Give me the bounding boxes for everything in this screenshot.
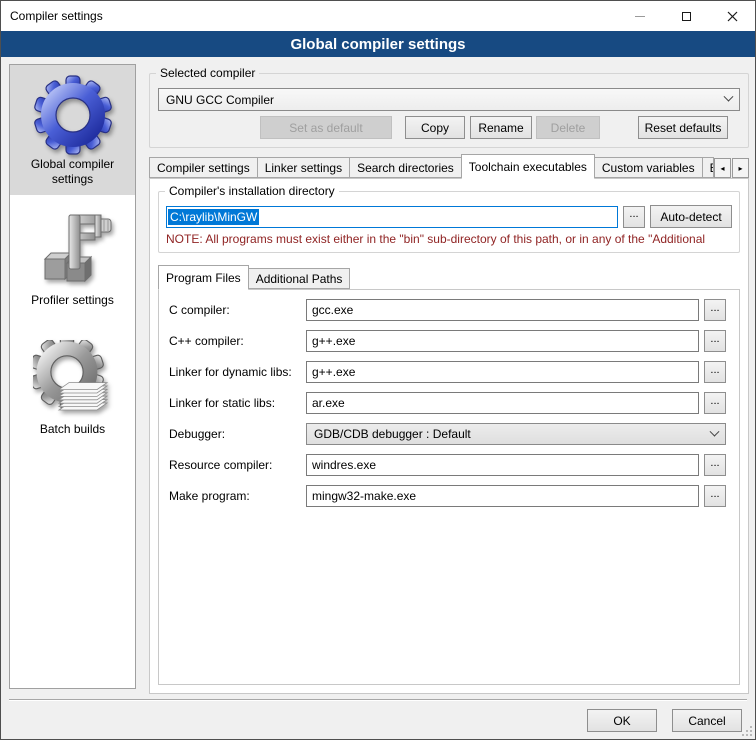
title-bar: Compiler settings [1, 1, 755, 31]
compiler-buttons-row: Set as default Copy Rename Delete Reset … [158, 116, 740, 139]
tab-compiler-settings[interactable]: Compiler settings [149, 157, 258, 178]
cancel-button[interactable]: Cancel [672, 709, 742, 732]
program-files-page: C compiler: ... C++ compiler: ... Linker… [158, 289, 740, 685]
tab-custom-variables[interactable]: Custom variables [594, 157, 703, 178]
sidebar-item-global-compiler-settings[interactable]: Global compiler settings [10, 65, 135, 195]
install-dir-browse-button[interactable]: ... [623, 206, 645, 228]
reset-defaults-button[interactable]: Reset defaults [638, 116, 728, 139]
sidebar-item-label: Batch builds [12, 422, 133, 437]
install-directory-row: C:\raylib\MinGW ... Auto-detect [166, 205, 732, 228]
toolchain-executables-page: Compiler's installation directory C:\ray… [149, 178, 749, 694]
selected-compiler-group-label: Selected compiler [156, 66, 259, 80]
form-row: C compiler: ... [169, 299, 726, 321]
install-note: NOTE: All programs must exist either in … [166, 232, 732, 246]
install-directory-group-label: Compiler's installation directory [165, 184, 339, 198]
form-row: Resource compiler: ... [169, 454, 726, 476]
make-program-input[interactable] [306, 485, 699, 507]
form-row: Make program: ... [169, 485, 726, 507]
form-row: Linker for static libs: ... [169, 392, 726, 414]
resize-grip[interactable] [742, 726, 752, 736]
set-as-default-button[interactable]: Set as default [260, 116, 392, 139]
linker-static-label: Linker for static libs: [169, 396, 306, 410]
dialog-banner: Global compiler settings [1, 31, 755, 57]
minimize-button[interactable] [617, 1, 663, 31]
program-files-tab-strip: Program Files Additional Paths [158, 264, 740, 289]
chevron-down-icon [710, 426, 720, 436]
sidebar-item-label: Global compiler settings [12, 157, 133, 187]
arrow-right-icon: ▸ [738, 164, 742, 173]
gear-icon [33, 75, 113, 155]
main-panel: Selected compiler GNU GCC Compiler Set a… [149, 64, 749, 694]
make-program-browse-button[interactable]: ... [704, 485, 726, 507]
sidebar-item-batch-builds[interactable]: Batch builds [10, 330, 135, 445]
caliper-icon [33, 211, 113, 291]
subtab-program-files[interactable]: Program Files [158, 265, 249, 290]
tab-linker-settings[interactable]: Linker settings [257, 157, 350, 178]
form-row: Linker for dynamic libs: ... [169, 361, 726, 383]
chevron-down-icon [724, 92, 734, 102]
cpp-compiler-input[interactable] [306, 330, 699, 352]
tab-search-directories[interactable]: Search directories [349, 157, 462, 178]
linker-dynamic-browse-button[interactable]: ... [704, 361, 726, 383]
rename-button[interactable]: Rename [470, 116, 532, 139]
selected-compiler-value: GNU GCC Compiler [166, 93, 274, 107]
sidebar-item-profiler-settings[interactable]: Profiler settings [10, 201, 135, 316]
c-compiler-browse-button[interactable]: ... [704, 299, 726, 321]
footer-divider [9, 699, 747, 701]
close-button[interactable] [709, 1, 755, 31]
ok-button[interactable]: OK [587, 709, 657, 732]
tab-toolchain-executables[interactable]: Toolchain executables [461, 154, 595, 179]
arrow-left-icon: ◂ [720, 164, 724, 173]
resource-compiler-input[interactable] [306, 454, 699, 476]
c-compiler-label: C compiler: [169, 303, 306, 317]
window-title: Compiler settings [10, 9, 103, 23]
delete-button[interactable]: Delete [536, 116, 600, 139]
maximize-icon [682, 12, 691, 21]
resource-compiler-label: Resource compiler: [169, 458, 306, 472]
close-icon [727, 11, 738, 22]
tab-scroll-arrows: ◂ ▸ [713, 158, 749, 178]
selected-compiler-group: Selected compiler GNU GCC Compiler Set a… [149, 73, 749, 148]
debugger-value: GDB/CDB debugger : Default [314, 427, 471, 441]
debugger-select[interactable]: GDB/CDB debugger : Default [306, 423, 726, 445]
linker-static-browse-button[interactable]: ... [704, 392, 726, 414]
settings-tab-strip: Compiler settings Linker settings Search… [149, 153, 749, 178]
batch-builds-icon [33, 340, 113, 420]
cpp-compiler-label: C++ compiler: [169, 334, 306, 348]
sidebar-item-label: Profiler settings [12, 293, 133, 308]
tab-scroll-right-button[interactable]: ▸ [732, 158, 749, 178]
debugger-label: Debugger: [169, 427, 306, 441]
caption-buttons [617, 1, 755, 31]
subtab-additional-paths[interactable]: Additional Paths [248, 268, 351, 289]
linker-static-input[interactable] [306, 392, 699, 414]
form-row: C++ compiler: ... [169, 330, 726, 352]
install-dir-input[interactable]: C:\raylib\MinGW [166, 206, 618, 228]
cpp-compiler-browse-button[interactable]: ... [704, 330, 726, 352]
form-row: Debugger: GDB/CDB debugger : Default [169, 423, 726, 445]
selected-compiler-combobox[interactable]: GNU GCC Compiler [158, 88, 740, 111]
copy-button[interactable]: Copy [405, 116, 465, 139]
resource-compiler-browse-button[interactable]: ... [704, 454, 726, 476]
linker-dynamic-input[interactable] [306, 361, 699, 383]
linker-dynamic-label: Linker for dynamic libs: [169, 365, 306, 379]
compiler-settings-dialog: Compiler settings Global compiler settin… [0, 0, 756, 740]
install-directory-group: Compiler's installation directory C:\ray… [158, 191, 740, 253]
banner-title: Global compiler settings [290, 36, 465, 53]
settings-sidebar: Global compiler settings [9, 64, 136, 689]
auto-detect-button[interactable]: Auto-detect [650, 205, 732, 228]
tab-scroll-left-button[interactable]: ◂ [714, 158, 731, 178]
minimize-icon [635, 16, 645, 17]
maximize-button[interactable] [663, 1, 709, 31]
install-dir-selected-text: C:\raylib\MinGW [168, 209, 259, 225]
c-compiler-input[interactable] [306, 299, 699, 321]
make-program-label: Make program: [169, 489, 306, 503]
